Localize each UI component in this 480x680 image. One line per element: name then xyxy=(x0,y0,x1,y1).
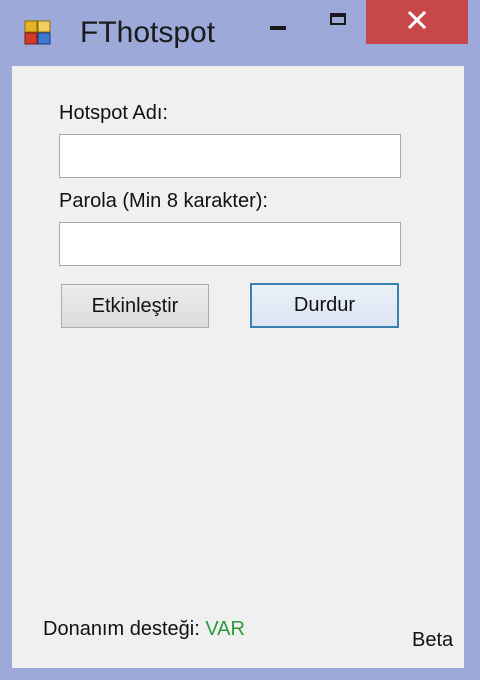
fthotspot-app-icon[interactable] xyxy=(24,20,52,46)
maximize-button[interactable] xyxy=(313,0,363,44)
ssid-input[interactable] xyxy=(59,134,401,178)
minimize-icon xyxy=(270,26,286,30)
start-button[interactable]: Etkinleştir xyxy=(61,284,209,328)
stop-button[interactable]: Durdur xyxy=(250,283,399,328)
title-bar[interactable]: FThotspot xyxy=(0,0,480,66)
hardware-support-status: Donanım desteği: VAR xyxy=(43,616,245,642)
maximize-icon xyxy=(330,13,346,25)
close-button[interactable] xyxy=(366,0,468,44)
window-title: FThotspot xyxy=(80,16,216,49)
hardware-support-value: VAR xyxy=(205,618,245,640)
hardware-support-label: Donanım desteği: xyxy=(43,618,200,640)
ssid-label: Hotspot Adı: xyxy=(59,102,168,124)
close-icon xyxy=(407,10,427,34)
app-window: FThotspot Hotspot Adı: Parola (Min 8 kar… xyxy=(0,0,480,680)
password-label: Parola (Min 8 karakter): xyxy=(59,190,268,212)
password-input[interactable] xyxy=(59,222,401,266)
minimize-button[interactable] xyxy=(253,0,303,44)
version-label: Beta xyxy=(412,629,454,651)
form-body: Hotspot Adı: Parola (Min 8 karakter): Et… xyxy=(12,66,464,668)
